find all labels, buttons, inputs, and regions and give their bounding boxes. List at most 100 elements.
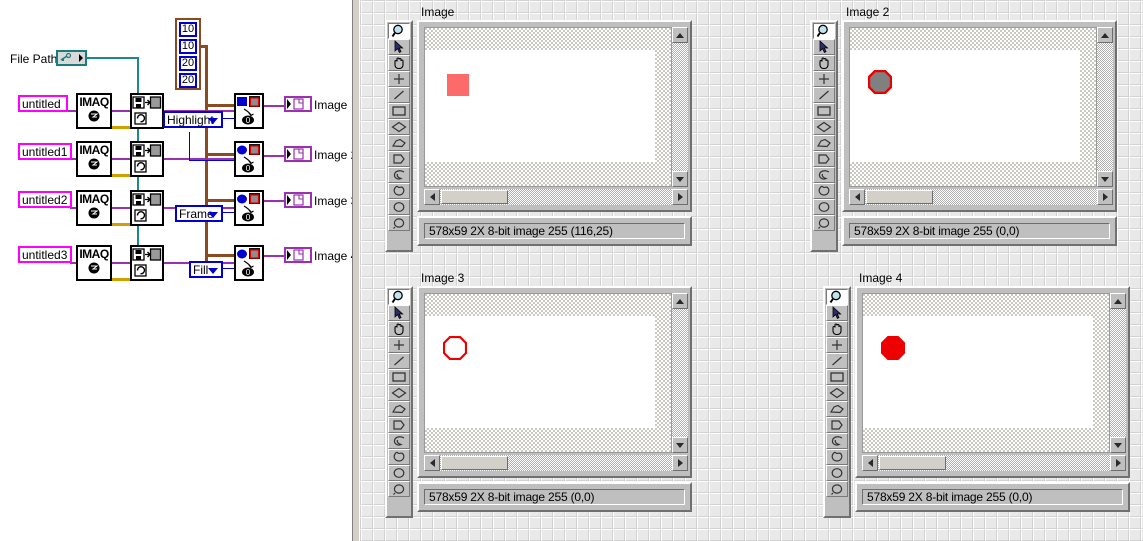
- rotated-rectangle-icon[interactable]: [388, 385, 410, 401]
- image-viewport-2[interactable]: [849, 27, 1097, 187]
- rotated-rectangle-icon[interactable]: [826, 385, 848, 401]
- magnifier-icon[interactable]: [388, 289, 410, 305]
- arrow-select-icon[interactable]: [813, 39, 835, 55]
- rectangle-icon[interactable]: [388, 103, 410, 119]
- imaq-write-file-node-3[interactable]: [130, 190, 164, 226]
- rectangle-icon[interactable]: [826, 369, 848, 385]
- pan-hand-icon[interactable]: [826, 321, 848, 337]
- rectangle-icon[interactable]: [388, 369, 410, 385]
- string-constant-3[interactable]: untitled3: [18, 246, 72, 263]
- image-view-frame-3[interactable]: [417, 286, 692, 478]
- scroll-down-button[interactable]: [1097, 171, 1113, 187]
- rectangle-icon[interactable]: [813, 103, 835, 119]
- block-diagram-pane[interactable]: File Path 10 10 20 20 untitled IMAQ High…: [0, 0, 352, 541]
- image-view-frame-4[interactable]: [855, 286, 1130, 478]
- horizontal-scrollbar-2[interactable]: [849, 189, 1113, 205]
- rotated-rectangle-icon[interactable]: [388, 119, 410, 135]
- string-constant-1[interactable]: untitled1: [18, 143, 72, 160]
- array-constant[interactable]: 10 10 20 20: [175, 18, 201, 90]
- file-path-control[interactable]: [56, 50, 87, 66]
- scroll-up-button[interactable]: [672, 27, 688, 43]
- chevron-down-icon[interactable]: [208, 267, 218, 274]
- line-icon[interactable]: [388, 87, 410, 103]
- rotated-rectangle-icon[interactable]: [813, 119, 835, 135]
- chevron-down-icon[interactable]: [208, 117, 218, 124]
- rotated-oval-icon[interactable]: [388, 481, 410, 497]
- imaq-create-node-4[interactable]: IMAQ: [76, 245, 112, 281]
- image-viewport-3[interactable]: [424, 293, 672, 453]
- scroll-right-button[interactable]: [672, 189, 688, 205]
- horizontal-scroll-thumb[interactable]: [879, 456, 946, 470]
- oval-icon[interactable]: [826, 465, 848, 481]
- polygon-icon[interactable]: [388, 401, 410, 417]
- array-element-3[interactable]: 20: [179, 73, 197, 88]
- freehand-icon[interactable]: [826, 433, 848, 449]
- point-crosshair-icon[interactable]: [826, 337, 848, 353]
- enum-overlay-mode-1[interactable]: Highlight: [163, 111, 223, 128]
- image-indicator-terminal-2[interactable]: [284, 146, 312, 162]
- freehand-icon[interactable]: [388, 433, 410, 449]
- rotated-oval-icon[interactable]: [388, 215, 410, 231]
- tool-palette-2[interactable]: [810, 20, 838, 252]
- broken-line-icon[interactable]: [826, 417, 848, 433]
- imaq-overlay-node-2[interactable]: 0: [234, 141, 264, 177]
- horizontal-scrollbar-1[interactable]: [424, 189, 688, 205]
- string-constant-2[interactable]: untitled2: [18, 191, 72, 208]
- oval-icon[interactable]: [388, 199, 410, 215]
- line-icon[interactable]: [826, 353, 848, 369]
- vertical-scrollbar-1[interactable]: [672, 27, 688, 187]
- magnifier-icon[interactable]: [388, 23, 410, 39]
- scroll-right-button[interactable]: [1110, 455, 1126, 471]
- imaq-overlay-node-1[interactable]: 0: [234, 93, 264, 129]
- horizontal-scroll-thumb[interactable]: [441, 456, 508, 470]
- scroll-up-button[interactable]: [672, 293, 688, 309]
- magnifier-icon[interactable]: [813, 23, 835, 39]
- oval-icon[interactable]: [813, 199, 835, 215]
- scroll-up-button[interactable]: [1097, 27, 1113, 43]
- polygon-icon[interactable]: [826, 401, 848, 417]
- imaq-write-file-node-1[interactable]: [130, 93, 164, 129]
- vertical-scrollbar-4[interactable]: [1110, 293, 1126, 453]
- imaq-create-node-2[interactable]: IMAQ: [76, 141, 112, 177]
- annulus-icon[interactable]: [388, 449, 410, 465]
- pan-hand-icon[interactable]: [388, 55, 410, 71]
- broken-line-icon[interactable]: [388, 417, 410, 433]
- imaq-display-image-1[interactable]: Image 578x59 2X 8-bit image 255 (116,25): [385, 6, 725, 258]
- string-constant-0[interactable]: untitled: [18, 95, 68, 112]
- array-element-0[interactable]: 10: [179, 22, 197, 37]
- image-view-frame-1[interactable]: [417, 20, 692, 212]
- broken-line-icon[interactable]: [813, 151, 835, 167]
- scroll-left-button[interactable]: [862, 455, 878, 471]
- line-icon[interactable]: [813, 87, 835, 103]
- array-element-1[interactable]: 10: [179, 39, 197, 54]
- pane-divider[interactable]: [352, 0, 360, 541]
- freehand-icon[interactable]: [813, 167, 835, 183]
- polygon-icon[interactable]: [813, 135, 835, 151]
- enum-overlay-mode-2[interactable]: Frame: [175, 205, 223, 222]
- image-indicator-terminal-3[interactable]: [284, 192, 312, 208]
- scroll-down-button[interactable]: [672, 171, 688, 187]
- horizontal-scrollbar-3[interactable]: [424, 455, 688, 471]
- imaq-create-node-1[interactable]: IMAQ: [76, 93, 112, 129]
- arrow-select-icon[interactable]: [826, 305, 848, 321]
- scroll-down-button[interactable]: [1110, 437, 1126, 453]
- image-viewport-4[interactable]: [862, 293, 1110, 453]
- tool-palette-1[interactable]: [385, 20, 413, 252]
- imaq-create-node-3[interactable]: IMAQ: [76, 190, 112, 226]
- image-indicator-terminal-1[interactable]: [284, 96, 312, 112]
- line-icon[interactable]: [388, 353, 410, 369]
- image-indicator-terminal-4[interactable]: [284, 247, 312, 263]
- enum-overlay-mode-3[interactable]: Fill: [189, 261, 223, 278]
- annulus-icon[interactable]: [388, 183, 410, 199]
- horizontal-scroll-thumb[interactable]: [441, 190, 508, 204]
- scroll-up-button[interactable]: [1110, 293, 1126, 309]
- vertical-scrollbar-3[interactable]: [672, 293, 688, 453]
- scroll-left-button[interactable]: [424, 455, 440, 471]
- imaq-write-file-node-2[interactable]: [130, 141, 164, 177]
- imaq-display-image-2[interactable]: Image 2 578x59 2X 8-bit image 255 (0,0): [810, 6, 1143, 258]
- pan-hand-icon[interactable]: [813, 55, 835, 71]
- scroll-right-button[interactable]: [672, 455, 688, 471]
- tool-palette-3[interactable]: [385, 286, 413, 518]
- imaq-display-image-3[interactable]: Image 3 578x59 2X 8-bit image 255 (0,0): [385, 272, 725, 524]
- point-crosshair-icon[interactable]: [388, 71, 410, 87]
